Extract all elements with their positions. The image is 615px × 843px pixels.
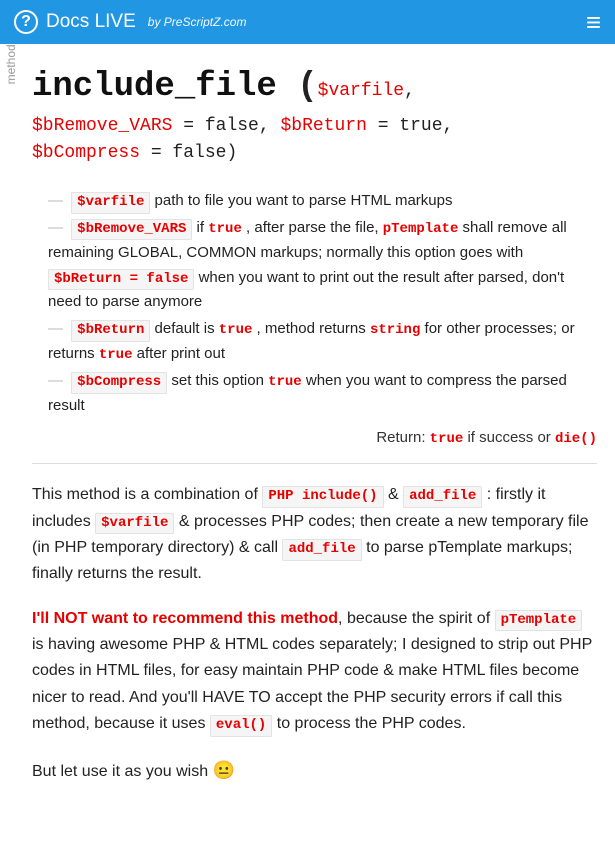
main-area: method include_file ($varfile, $bRemove_…: [0, 44, 615, 821]
sig-def-4: = false): [140, 143, 237, 163]
sig-param-3: $bReturn: [280, 116, 366, 136]
sig-sep-1: ,: [404, 81, 415, 101]
t: This method is a combination of: [32, 486, 262, 503]
code-box: pTemplate: [495, 610, 583, 632]
byline: by PreScriptZ.com: [148, 15, 247, 29]
param-row-3: — $bReturn default is true , method retu…: [48, 317, 597, 367]
code-box: eval(): [210, 715, 272, 737]
t: after print out: [132, 345, 225, 362]
sig-param-4: $bCompress: [32, 143, 140, 163]
code-inline: die(): [555, 431, 597, 447]
menu-icon[interactable]: ≡: [586, 9, 601, 35]
emoji-icon: 😐: [213, 760, 235, 780]
t: &: [384, 486, 404, 503]
code-box: $bReturn = false: [48, 269, 194, 291]
code-box: PHP include(): [262, 486, 383, 508]
description-para-2: I'll NOT want to recommend this method, …: [32, 606, 597, 738]
header-left: ? Docs LIVE by PreScriptZ.com: [14, 10, 246, 34]
t: if success or: [463, 429, 555, 446]
code-box: add_file: [403, 486, 482, 508]
t: if: [192, 219, 208, 236]
param-code: $bReturn: [71, 320, 150, 342]
t: set this option: [167, 372, 268, 389]
sig-def-2: = false,: [172, 116, 280, 136]
param-row-1: — $varfile path to file you want to pars…: [48, 189, 597, 214]
dash-icon: —: [48, 320, 63, 337]
param-row-4: — $bCompress set this option true when y…: [48, 369, 597, 419]
description-para-1: This method is a combination of PHP incl…: [32, 482, 597, 588]
help-icon[interactable]: ?: [14, 10, 38, 34]
warning-text: I'll NOT want to recommend this method: [32, 610, 338, 627]
sig-param-2: $bRemove_VARS: [32, 116, 172, 136]
code-inline: true: [268, 374, 302, 390]
sig-param-1: $varfile: [318, 81, 404, 101]
code-inline: true: [219, 322, 253, 338]
param-row-2: — $bRemove_VARS if true , after parse th…: [48, 216, 597, 315]
app-title: Docs LIVE: [46, 11, 136, 33]
app-header: ? Docs LIVE by PreScriptZ.com ≡: [0, 0, 615, 44]
t: to process the PHP codes.: [272, 715, 466, 732]
paren-open: (: [277, 68, 318, 106]
t: , method returns: [252, 320, 370, 337]
dash-icon: —: [48, 192, 63, 209]
params-block: — $varfile path to file you want to pars…: [32, 189, 597, 464]
method-signature: include_file ($varfile, $bRemove_VARS = …: [32, 62, 597, 167]
code-inline: true: [208, 221, 242, 237]
content: include_file ($varfile, $bRemove_VARS = …: [22, 44, 615, 821]
code-inline: true: [430, 431, 464, 447]
method-name: include_file: [32, 68, 277, 106]
param-text: path to file you want to parse HTML mark…: [150, 192, 452, 209]
param-code: $bCompress: [71, 372, 167, 394]
description-body: This method is a combination of PHP incl…: [32, 482, 597, 785]
dash-icon: —: [48, 372, 63, 389]
param-code: $varfile: [71, 192, 150, 214]
method-side-label: method: [0, 44, 22, 821]
code-inline: true: [99, 347, 133, 363]
code-inline: pTemplate: [383, 221, 459, 237]
sig-def-3: = true,: [367, 116, 453, 136]
code-box: $varfile: [95, 513, 174, 535]
t: , after parse the file,: [242, 219, 383, 236]
return-label: Return:: [376, 429, 429, 446]
code-box: add_file: [282, 539, 361, 561]
t: default is: [150, 320, 218, 337]
return-line: Return: true if success or die(): [48, 429, 597, 447]
t: , because the spirit of: [338, 610, 495, 627]
code-inline: string: [370, 322, 420, 338]
t: But let use it as you wish: [32, 763, 213, 780]
description-para-3: But let use it as you wish 😐: [32, 756, 597, 786]
dash-icon: —: [48, 219, 63, 236]
param-code: $bRemove_VARS: [71, 219, 192, 241]
